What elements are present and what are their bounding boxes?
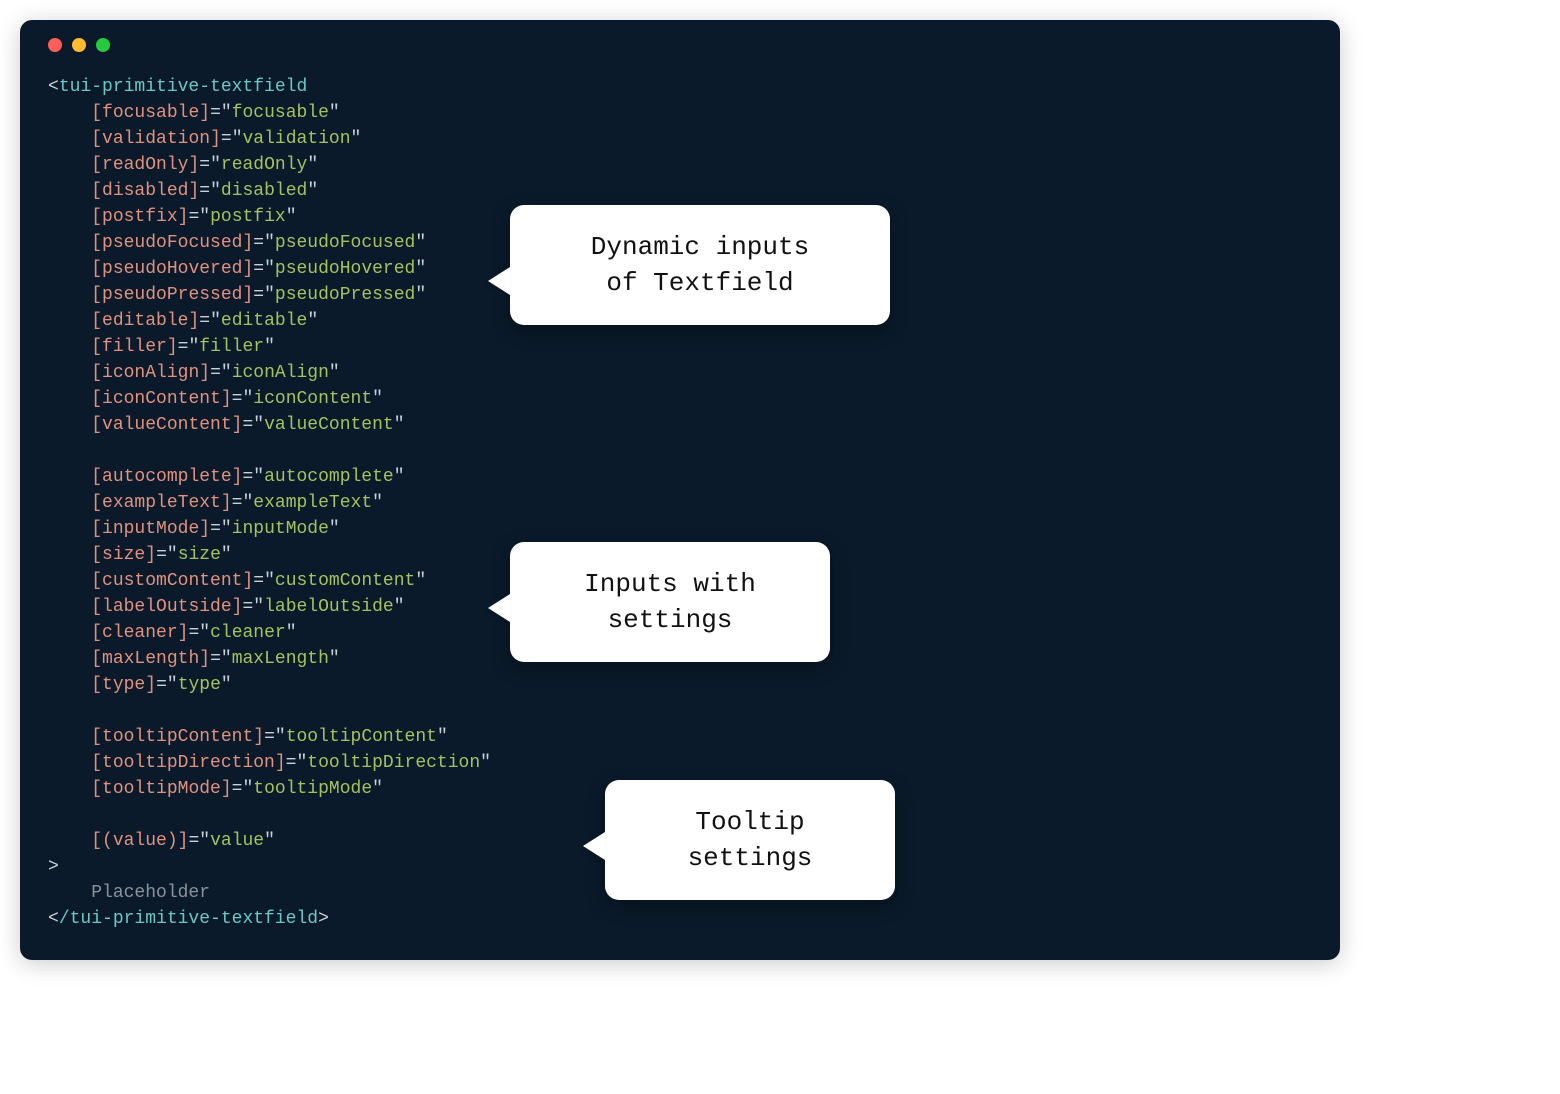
window-controls (48, 38, 1312, 52)
close-icon[interactable] (48, 38, 62, 52)
code-window: <tui-primitive-textfield [focusable]="fo… (20, 20, 1340, 960)
minimize-icon[interactable] (72, 38, 86, 52)
code-block: <tui-primitive-textfield [focusable]="fo… (48, 74, 1312, 932)
zoom-icon[interactable] (96, 38, 110, 52)
